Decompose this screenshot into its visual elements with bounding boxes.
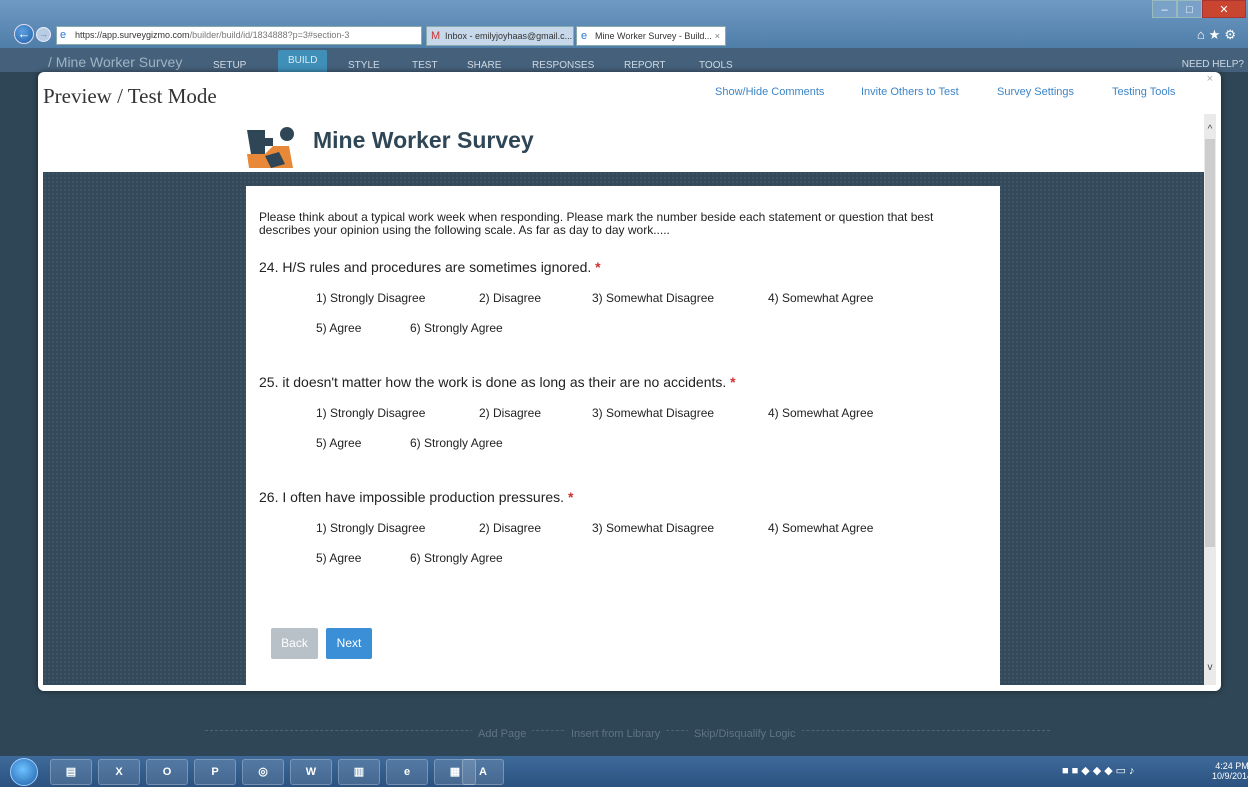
answer-option[interactable]: 6) Strongly Agree [410, 551, 503, 565]
app-survey-title: / Mine Worker Survey [48, 54, 183, 70]
question-26: 26. I often have impossible production p… [259, 489, 989, 565]
ie-helper-icon[interactable]: ◎ [242, 759, 284, 785]
tab-survey-builder[interactable]: e Mine Worker Survey - Build... × [576, 26, 726, 46]
survey-header: Mine Worker Survey [43, 114, 1204, 172]
menu-build[interactable]: BUILD [278, 50, 328, 72]
answer-option[interactable]: 2) Disagree [479, 406, 541, 420]
survey-preview-frame: Mine Worker Survey Please think about a … [43, 114, 1204, 685]
survey-title: Mine Worker Survey [313, 127, 534, 153]
back-arrow-icon[interactable]: ← [14, 24, 34, 44]
answer-option[interactable]: 2) Disagree [479, 521, 541, 535]
forward-arrow-icon[interactable]: → [36, 27, 51, 42]
maximize-icon[interactable]: □ [1177, 0, 1202, 18]
tab-inbox[interactable]: M Inbox - emilyjoyhaas@gmail.c... [426, 26, 574, 46]
menu-responses[interactable]: RESPONSES [532, 60, 594, 71]
ie-icon: e [581, 30, 588, 42]
question-24: 24. H/S rules and procedures are sometim… [259, 259, 989, 335]
answer-option[interactable]: 3) Somewhat Disagree [592, 291, 714, 305]
add-page-link[interactable]: Add Page [472, 728, 533, 740]
gmail-icon: M [431, 30, 441, 42]
survey-settings-link[interactable]: Survey Settings [997, 86, 1074, 98]
close-icon[interactable]: × [715, 27, 720, 45]
menu-report[interactable]: REPORT [624, 60, 666, 71]
testing-tools-link[interactable]: Testing Tools [1112, 86, 1175, 98]
chevron-down-icon[interactable]: v [1204, 662, 1216, 673]
scroll-thumb[interactable] [1205, 139, 1215, 547]
answer-option[interactable]: 1) Strongly Disagree [316, 291, 425, 305]
insert-from-library-link[interactable]: Insert from Library [565, 728, 667, 740]
answer-option[interactable]: 5) Agree [316, 321, 361, 335]
clock-date: 10/9/2014 [1212, 771, 1248, 781]
outlook-icon[interactable]: O [146, 759, 188, 785]
required-marker: * [567, 489, 574, 505]
answer-option[interactable]: 3) Somewhat Disagree [592, 406, 714, 420]
back-button[interactable]: Back [271, 628, 318, 659]
window-controls: – □ ✕ [1152, 0, 1246, 20]
system-clock[interactable]: 4:24 PM 10/9/2014 [1212, 761, 1248, 781]
explorer-icon[interactable]: ▤ [50, 759, 92, 785]
menu-share[interactable]: SHARE [467, 60, 501, 71]
skip-logic-link[interactable]: Skip/Disqualify Logic [688, 728, 802, 740]
required-marker: * [595, 259, 601, 275]
answer-option[interactable]: 4) Somewhat Agree [768, 291, 873, 305]
answer-option[interactable]: 1) Strongly Disagree [316, 521, 425, 535]
answer-option[interactable]: 6) Strongly Agree [410, 436, 503, 450]
excel-icon[interactable]: X [98, 759, 140, 785]
menu-tools[interactable]: TOOLS [699, 60, 733, 71]
chevron-up-icon[interactable]: ^ [1204, 124, 1216, 135]
windows-taskbar: ▤ X O P ◎ W ▥ e ▦ A ■■◆◆◆▭♪ 4:24 PM 10/9… [0, 756, 1248, 787]
survey-page-card: Please think about a typical work week w… [246, 186, 1000, 685]
required-marker: * [730, 374, 736, 390]
question-text: 25. it doesn't matter how the work is do… [259, 374, 727, 390]
question-label: 24. H/S rules and procedures are sometim… [259, 259, 989, 275]
tab-label: Mine Worker Survey - Build... [595, 31, 712, 41]
internet-explorer-icon[interactable]: e [386, 759, 428, 785]
answer-option[interactable]: 4) Somewhat Agree [768, 521, 873, 535]
survey-background: Please think about a typical work week w… [43, 172, 1204, 685]
preview-scrollbar[interactable]: ^ v [1204, 114, 1216, 685]
preview-modal: Preview / Test Mode Show/Hide Comments I… [38, 72, 1221, 691]
answer-option[interactable]: 1) Strongly Disagree [316, 406, 425, 420]
answer-option[interactable]: 5) Agree [316, 551, 361, 565]
system-tray-icons[interactable]: ■■◆◆◆▭♪ [1062, 764, 1138, 777]
acrobat-icon[interactable]: A [462, 759, 504, 785]
answer-option[interactable]: 4) Somewhat Agree [768, 406, 873, 420]
start-button-icon[interactable] [10, 758, 38, 786]
url-host: https://app.surveygizmo.com [75, 30, 190, 40]
menu-test[interactable]: TEST [412, 60, 438, 71]
project-icon[interactable]: ▥ [338, 759, 380, 785]
question-label: 25. it doesn't matter how the work is do… [259, 374, 989, 390]
question-label: 26. I often have impossible production p… [259, 489, 989, 505]
instructions-text: Please think about a typical work week w… [259, 210, 934, 237]
minimize-icon[interactable]: – [1152, 0, 1177, 18]
need-help-link[interactable]: NEED HELP? [1182, 59, 1244, 70]
show-hide-comments-link[interactable]: Show/Hide Comments [715, 86, 824, 98]
answer-option[interactable]: 5) Agree [316, 436, 361, 450]
answer-option[interactable]: 3) Somewhat Disagree [592, 521, 714, 535]
url-path: /builder/build/id/1834888?p=3#section-3 [189, 30, 350, 40]
word-icon[interactable]: W [290, 759, 332, 785]
modal-title: Preview / Test Mode [43, 84, 217, 108]
question-text: 26. I often have impossible production p… [259, 489, 565, 505]
tab-label: Inbox - emilyjoyhaas@gmail.c... [445, 31, 573, 41]
answer-option[interactable]: 6) Strongly Agree [410, 321, 503, 335]
question-text: 24. H/S rules and procedures are sometim… [259, 259, 592, 275]
app-menu-bar: / Mine Worker Survey SETUP BUILD STYLE T… [0, 48, 1248, 72]
powerpoint-icon[interactable]: P [194, 759, 236, 785]
browser-chrome: ← → e https://app.surveygizmo.com/builde… [0, 0, 1248, 48]
survey-logo-icon [247, 127, 294, 168]
question-25: 25. it doesn't matter how the work is do… [259, 374, 989, 450]
ie-page-icon: e [60, 29, 67, 41]
next-button[interactable]: Next [326, 628, 372, 659]
invite-testers-link[interactable]: Invite Others to Test [861, 86, 959, 98]
clock-time: 4:24 PM [1215, 761, 1248, 771]
close-window-icon[interactable]: ✕ [1202, 0, 1246, 18]
close-icon[interactable]: × [1207, 73, 1213, 85]
builder-page-actions: Add Page Insert from Library Skip/Disqua… [0, 692, 1248, 756]
menu-style[interactable]: STYLE [348, 60, 380, 71]
answer-option[interactable]: 2) Disagree [479, 291, 541, 305]
home-star-gear-icons[interactable]: ⌂★⚙ [1197, 27, 1240, 43]
menu-setup[interactable]: SETUP [213, 60, 246, 71]
address-bar[interactable]: e https://app.surveygizmo.com/builder/bu… [56, 26, 422, 45]
